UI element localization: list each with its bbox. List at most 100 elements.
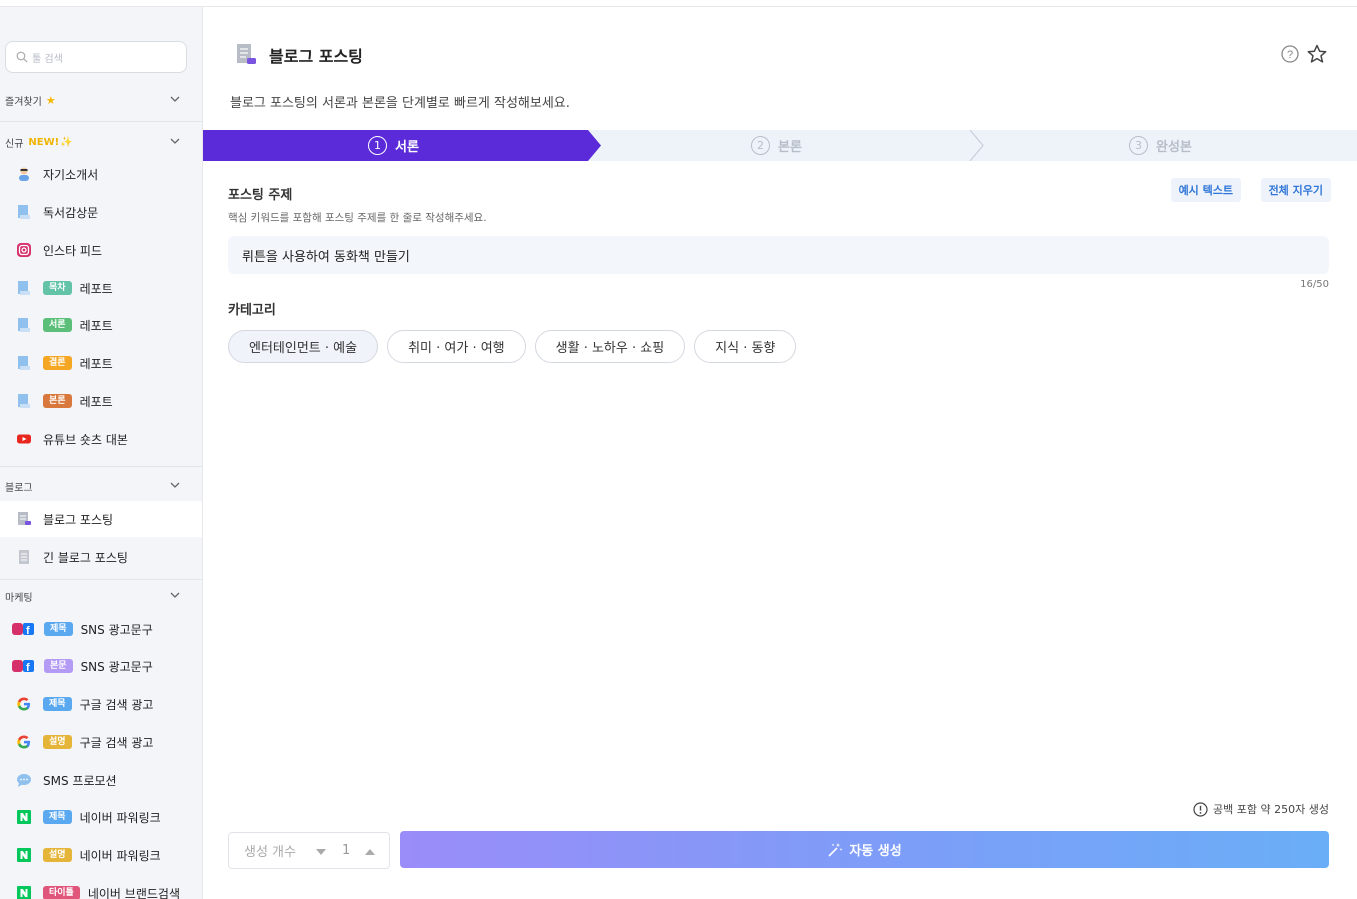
topic-hint: 핵심 키워드를 포함해 포스팅 주제를 한 줄로 작성해주세요. [228, 212, 487, 224]
sidebar-item-report-toc[interactable]: 목차 레포트 [0, 270, 202, 306]
topic-label: 포스팅 주제 [228, 188, 293, 203]
divider [0, 121, 202, 122]
auto-generate-button[interactable]: 자동 생성 [400, 831, 1329, 868]
step-number: 1 [368, 136, 387, 155]
step-separator [969, 130, 984, 161]
favorites-section-header[interactable]: 즐겨찾기 ★ [5, 91, 185, 109]
tag-badge: 목차 [43, 281, 72, 295]
sidebar-item-label: 인스타 피드 [43, 243, 103, 258]
step-number: 3 [1129, 136, 1148, 155]
category-chip[interactable]: 지식 · 동향 [694, 330, 797, 363]
favorite-star-icon[interactable] [1307, 44, 1327, 64]
chevron-down-icon [170, 138, 180, 144]
document-icon [16, 204, 32, 220]
step-number: 2 [751, 136, 770, 155]
step-1[interactable]: 1 서론 [368, 130, 419, 161]
length-info-text: 공백 포함 약 250자 생성 [1213, 803, 1329, 816]
page-title: 블로그 포스팅 [235, 43, 363, 67]
sidebar: 툴 검색 즐겨찾기 ★ 신규 NEW! ✨ 자기소개서 독서감상문 인스타 피드… [0, 7, 203, 899]
instagram-facebook-icon: f [12, 658, 34, 674]
increment-icon[interactable] [364, 848, 376, 856]
count-value: 1 [342, 843, 351, 858]
step-label: 완성본 [1156, 140, 1192, 155]
generation-count-stepper[interactable]: 생성 개수 1 [228, 832, 390, 869]
blog-section-label: 블로그 [5, 482, 33, 494]
topic-input[interactable]: 뤼튼을 사용하여 동화책 만들기 [228, 236, 1329, 274]
decrement-icon[interactable] [315, 848, 327, 856]
divider [0, 579, 202, 580]
sidebar-item-google-ad-title[interactable]: 제목 구글 검색 광고 [0, 686, 202, 722]
sidebar-item-label: 유튜브 숏츠 대본 [43, 432, 128, 447]
tag-badge: 서론 [43, 318, 72, 332]
sidebar-item-report-intro[interactable]: 서론 레포트 [0, 307, 202, 343]
sidebar-item-label: 레포트 [79, 281, 113, 296]
step-progress-bar: 1 서론 2 본론 3 완성본 [203, 130, 1357, 161]
naver-icon [16, 809, 32, 825]
category-chip[interactable]: 엔터테인먼트 · 예술 [228, 330, 379, 363]
sidebar-item-label: 네이버 파워링크 [79, 810, 161, 825]
page-title-text: 블로그 포스팅 [269, 47, 363, 66]
page-subtitle: 블로그 포스팅의 서론과 본론을 단계별로 빠르게 작성해보세요. [230, 96, 570, 111]
document-icon [16, 280, 32, 296]
blog-section-header[interactable]: 블로그 [5, 477, 185, 495]
clear-all-button[interactable]: 전체 지우기 [1260, 178, 1331, 202]
sidebar-item-label: 긴 블로그 포스팅 [43, 550, 128, 565]
sidebar-item-report-body[interactable]: 본론 레포트 [0, 383, 202, 419]
help-icon[interactable]: ? [1281, 45, 1299, 63]
divider [0, 466, 202, 467]
new-section-header[interactable]: 신규 NEW! ✨ [5, 133, 185, 151]
sidebar-item-self-intro[interactable]: 자기소개서 [0, 156, 202, 192]
sidebar-item-report-conclusion[interactable]: 결론 레포트 [0, 345, 202, 381]
sidebar-item-label: SMS 프로모션 [43, 773, 117, 788]
tag-badge: 본문 [44, 659, 73, 673]
sidebar-item-long-blog-posting[interactable]: 긴 블로그 포스팅 [0, 539, 202, 575]
tag-badge: 제목 [44, 622, 73, 636]
sidebar-item-label: 자기소개서 [43, 167, 99, 182]
sparkle-icon: ✨ [60, 136, 73, 148]
step-3[interactable]: 3 완성본 [1129, 130, 1192, 161]
sidebar-item-label: 구글 검색 광고 [79, 697, 154, 712]
category-chip[interactable]: 취미 · 여가 · 여행 [387, 330, 526, 363]
sidebar-item-naver-powerlink-title[interactable]: 제목 네이버 파워링크 [0, 799, 202, 835]
sidebar-item-youtube-shorts[interactable]: 유튜브 숏츠 대본 [0, 421, 202, 457]
google-icon [16, 696, 32, 712]
sidebar-item-label: 네이버 브랜드검색 [87, 886, 180, 899]
document-icon [16, 393, 32, 409]
count-label: 생성 개수 [244, 845, 296, 860]
sidebar-item-sns-body[interactable]: f 본문 SNS 광고문구 [0, 648, 202, 684]
sidebar-item-label: 네이버 파워링크 [79, 848, 161, 863]
step-2[interactable]: 2 본론 [751, 130, 802, 161]
document-icon [16, 317, 32, 333]
person-icon [16, 166, 32, 182]
tool-search-input[interactable]: 툴 검색 [5, 41, 187, 73]
sidebar-item-insta-feed[interactable]: 인스타 피드 [0, 232, 202, 268]
svg-text:?: ? [1287, 49, 1293, 61]
document-icon [16, 355, 32, 371]
sidebar-item-label: 독서감상문 [43, 205, 99, 220]
sidebar-item-book-report[interactable]: 독서감상문 [0, 194, 202, 230]
youtube-icon [16, 431, 32, 447]
step-label: 서론 [395, 140, 419, 155]
sidebar-item-naver-powerlink-desc[interactable]: 설명 네이버 파워링크 [0, 837, 202, 873]
sidebar-item-naver-brand-search[interactable]: 타이틀 네이버 브랜드검색 [0, 875, 202, 899]
tag-badge: 제목 [43, 810, 72, 824]
sidebar-item-sms-promo[interactable]: SMS 프로모션 [0, 762, 202, 798]
example-text-button[interactable]: 예시 텍스트 [1170, 178, 1241, 202]
marketing-section-header[interactable]: 마케팅 [5, 587, 185, 605]
topic-input-value: 뤼튼을 사용하여 동화책 만들기 [242, 249, 410, 265]
magic-wand-icon [828, 842, 843, 857]
category-chip[interactable]: 생활 · 노하우 · 쇼핑 [534, 330, 686, 363]
sidebar-item-label: 레포트 [79, 394, 113, 409]
sidebar-item-sns-title[interactable]: f 제목 SNS 광고문구 [0, 611, 202, 647]
favorites-label: 즐겨찾기 [5, 96, 42, 108]
tag-badge: 제목 [43, 697, 72, 711]
sidebar-item-google-ad-desc[interactable]: 설명 구글 검색 광고 [0, 724, 202, 760]
category-label: 카테고리 [228, 303, 276, 318]
tag-badge: 타이틀 [43, 886, 80, 899]
sidebar-item-blog-posting[interactable]: 블로그 포스팅 [0, 501, 202, 537]
search-placeholder: 툴 검색 [32, 53, 63, 65]
star-icon: ★ [45, 93, 56, 107]
tag-badge: 본론 [43, 394, 72, 408]
blog-doc-icon [16, 511, 32, 527]
step-label: 본론 [778, 140, 802, 155]
